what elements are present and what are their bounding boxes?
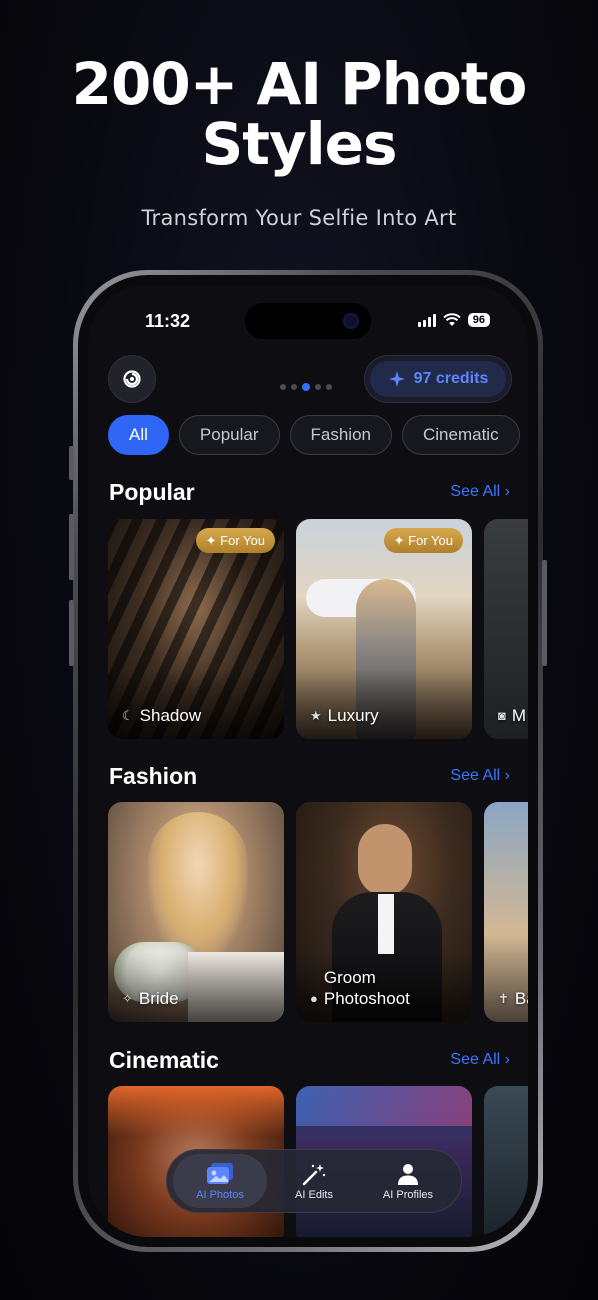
chip-cinematic[interactable]: Cinematic <box>402 415 520 455</box>
card-label: M <box>511 706 527 725</box>
person-icon: ● <box>310 991 318 1006</box>
see-all-fashion[interactable]: See All › <box>450 767 510 785</box>
page-headline: 200+ AI Photo Styles <box>0 54 598 174</box>
power-button <box>542 560 547 666</box>
photos-icon <box>207 1162 233 1184</box>
tab-ai-profiles[interactable]: AI Profiles <box>361 1154 455 1208</box>
page-indicator <box>280 383 332 391</box>
app-screen: 11:32 96 97 credits All Popular Fashion … <box>88 285 528 1237</box>
chip-fashion[interactable]: Fashion <box>289 415 392 455</box>
for-you-badge: ✦ For You <box>195 528 275 553</box>
see-all-cinematic[interactable]: See All › <box>450 1051 510 1069</box>
card-label: Ba <box>514 989 528 1008</box>
credits-button[interactable]: 97 credits <box>364 355 512 403</box>
spiral-logo-icon <box>123 370 141 388</box>
style-card-luxury[interactable]: ✦ For You ★ Luxury <box>296 519 472 739</box>
battery-indicator: 96 <box>467 313 490 327</box>
figure-icon: ✝ <box>498 991 509 1006</box>
card-label: Luxury <box>327 706 379 725</box>
section-title-fashion: Fashion <box>109 763 198 789</box>
wifi-icon <box>443 313 461 326</box>
magic-wand-icon <box>302 1163 326 1185</box>
headline-line-1: 200+ AI Photo <box>71 50 528 118</box>
volume-up-button <box>69 514 74 580</box>
card-label: Groom Photoshoot <box>323 968 410 1008</box>
chip-all[interactable]: All <box>108 415 169 455</box>
moon-icon: ☾ <box>122 708 134 723</box>
star-icon: ★ <box>310 708 322 723</box>
tab-ai-edits[interactable]: AI Edits <box>267 1154 361 1208</box>
signal-icon <box>417 313 436 327</box>
neon-lights <box>296 1086 472 1126</box>
section-title-cinematic: Cinematic <box>109 1047 219 1073</box>
headline-line-2: Styles <box>201 110 397 178</box>
bride-portrait <box>148 812 248 962</box>
dynamic-island <box>245 303 371 339</box>
for-you-badge: ✦ For You <box>383 528 463 553</box>
section-title-popular: Popular <box>109 479 195 505</box>
style-card-partial-popular[interactable]: ◙ M <box>484 519 528 739</box>
camera-icon: ◙ <box>498 708 506 723</box>
bottom-tab-bar: AI Photos AI Edits AI Profiles <box>166 1149 462 1213</box>
style-card-groom-photoshoot[interactable]: ● Groom Photoshoot <box>296 802 472 1022</box>
status-icons: 96 <box>417 313 490 327</box>
credits-label: 97 credits <box>413 370 489 387</box>
style-card-bride[interactable]: ✧ Bride <box>108 802 284 1022</box>
groom-face <box>358 824 412 896</box>
volume-down-button <box>69 600 74 666</box>
action-button <box>69 446 74 480</box>
tab-ai-photos[interactable]: AI Photos <box>173 1154 267 1208</box>
style-card-shadow[interactable]: ✦ For You ☾ Shadow <box>108 519 284 739</box>
card-label: Shadow <box>139 706 202 725</box>
sparkle-icon: ✧ <box>122 991 133 1006</box>
style-card-partial-fashion[interactable]: ✝ Ba <box>484 802 528 1022</box>
style-card-cinematic-3[interactable] <box>484 1086 528 1237</box>
filter-chips: All Popular Fashion Cinematic S <box>108 415 528 455</box>
groom-shirt <box>378 894 394 954</box>
status-time: 11:32 <box>145 311 191 331</box>
profile-icon <box>398 1163 418 1185</box>
sparkle-icon <box>388 371 405 387</box>
card-label: Bride <box>138 989 179 1008</box>
chip-popular[interactable]: Popular <box>178 415 280 455</box>
phone-frame: 11:32 96 97 credits All Popular Fashion … <box>69 270 547 1252</box>
camera-icon <box>343 313 359 329</box>
page-subheadline: Transform Your Selfie Into Art <box>141 206 457 230</box>
see-all-popular[interactable]: See All › <box>450 483 510 501</box>
fire-effect <box>108 1086 284 1136</box>
app-logo-button[interactable] <box>108 355 156 403</box>
